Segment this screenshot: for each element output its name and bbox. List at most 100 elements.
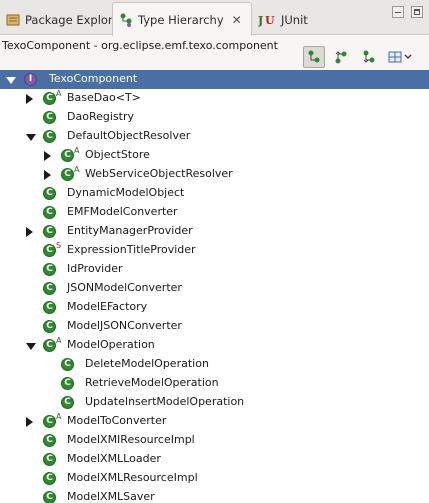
tree-item[interactable]: I TexoComponent [0, 70, 429, 89]
tree-item[interactable]: C A BaseDao<T> [0, 89, 429, 108]
tree-item[interactable]: C IdProvider [0, 260, 429, 279]
class-icon: C [43, 263, 56, 276]
class-icon: C [43, 225, 56, 238]
maximize-button[interactable] [411, 6, 423, 18]
class-icon: C [43, 434, 56, 447]
class-icon: C [43, 415, 56, 428]
tree-item-label: IdProvider [67, 262, 123, 275]
tree-item[interactable]: C ModelXMLSaver [0, 488, 429, 503]
class-icon: C [43, 320, 56, 333]
tree-item[interactable]: C DynamicModelObject [0, 184, 429, 203]
tab-junit-label: JUnit [281, 12, 308, 27]
tab-package-explorer[interactable]: Package Explorer [0, 4, 124, 35]
class-icon: C [43, 491, 56, 503]
svg-text:U: U [265, 14, 275, 27]
expand-arrow-icon[interactable] [26, 343, 36, 350]
class-icon: C [61, 358, 74, 371]
minimize-button[interactable] [392, 6, 404, 18]
show-subtype-hierarchy-button[interactable] [358, 46, 380, 68]
tree-item-label: BaseDao<T> [67, 91, 141, 104]
class-icon: C [61, 396, 74, 409]
class-icon: C [43, 453, 56, 466]
tree-item[interactable]: C RetrieveModelOperation [0, 374, 429, 393]
class-icon: C [43, 339, 56, 352]
collapse-arrow-icon[interactable] [26, 94, 33, 104]
tree-item-label: ModelJSONConverter [67, 319, 182, 332]
tree-item[interactable]: C ModelEFactory [0, 298, 429, 317]
tree-item[interactable]: C ModelXMLLoader [0, 450, 429, 469]
tab-type-hierarchy[interactable]: Type Hierarchy ✕ [112, 2, 252, 36]
tree-item-label: ModelToConverter [67, 414, 167, 427]
view-tab-bar: Package Explorer Type Hierarchy ✕ JU JUn… [0, 0, 429, 36]
class-icon: C [43, 206, 56, 219]
tree-item-label: WebServiceObjectResolver [85, 167, 233, 180]
hierarchy-context-label: TexoComponent - org.eclipse.emf.texo.com… [2, 39, 278, 52]
class-icon: C [61, 168, 74, 181]
tree-item-label: EntityManagerProvider [67, 224, 193, 237]
class-icon: C [43, 92, 56, 105]
class-icon: C [43, 282, 56, 295]
hierarchy-toolbar: TexoComponent - org.eclipse.emf.texo.com… [0, 36, 429, 70]
tree-item[interactable]: C JSONModelConverter [0, 279, 429, 298]
tree-item[interactable]: C S ExpressionTitleProvider [0, 241, 429, 260]
svg-text:J: J [258, 14, 263, 27]
tree-item-label: TexoComponent [49, 72, 138, 85]
tree-item[interactable]: C EntityManagerProvider [0, 222, 429, 241]
tree-item[interactable]: C A ModelOperation [0, 336, 429, 355]
class-icon: C [61, 149, 74, 162]
tree-item-label: ModelXMLLoader [67, 452, 161, 465]
tree-item-label: UpdateInsertModelOperation [85, 395, 245, 408]
collapse-arrow-icon[interactable] [44, 170, 51, 180]
abstract-overlay-icon: A [74, 146, 80, 155]
tree-item-label: ModelXMIResourceImpl [67, 433, 195, 446]
tree-item-label: ExpressionTitleProvider [67, 243, 196, 256]
tree-item-label: RetrieveModelOperation [85, 376, 219, 389]
tree-item-label: JSONModelConverter [67, 281, 182, 294]
show-type-hierarchy-button[interactable] [303, 46, 325, 68]
class-icon: C [43, 301, 56, 314]
show-supertype-hierarchy-button[interactable] [330, 46, 352, 68]
tab-package-explorer-label: Package Explorer [25, 12, 125, 27]
tree-item[interactable]: C DeleteModelOperation [0, 355, 429, 374]
tree-item-label: DaoRegistry [67, 110, 134, 123]
tree-item[interactable]: C DaoRegistry [0, 108, 429, 127]
tree-item-label: DeleteModelOperation [85, 357, 209, 370]
tree-item-label: ModelXMLSaver [67, 490, 155, 503]
close-icon[interactable]: ✕ [232, 14, 244, 26]
tab-type-hierarchy-label: Type Hierarchy [138, 12, 224, 27]
tree-item[interactable]: C UpdateInsertModelOperation [0, 393, 429, 412]
collapse-arrow-icon[interactable] [26, 227, 33, 237]
tree-item[interactable]: C ModelXMLResourceImpl [0, 469, 429, 488]
tree-item[interactable]: C A WebServiceObjectResolver [0, 165, 429, 184]
abstract-overlay-icon: A [56, 412, 62, 421]
tree-item-label: DynamicModelObject [67, 186, 185, 199]
package-explorer-icon [6, 13, 20, 27]
expand-arrow-icon[interactable] [26, 134, 36, 141]
type-hierarchy-icon [119, 13, 133, 27]
tree-item-label: ModelEFactory [67, 300, 148, 313]
tree-item[interactable]: C ModelXMIResourceImpl [0, 431, 429, 450]
tree-item[interactable]: C ModelJSONConverter [0, 317, 429, 336]
expand-arrow-icon[interactable] [6, 77, 16, 84]
tree-item[interactable]: C A ObjectStore [0, 146, 429, 165]
class-icon: C [43, 187, 56, 200]
collapse-arrow-icon[interactable] [26, 417, 33, 427]
class-icon: C [43, 244, 56, 257]
static-overlay-icon: S [56, 241, 62, 250]
abstract-overlay-icon: A [74, 165, 80, 174]
tree-item[interactable]: C A ModelToConverter [0, 412, 429, 431]
abstract-overlay-icon: A [56, 89, 62, 98]
tree-item[interactable]: C EMFModelConverter [0, 203, 429, 222]
tree-item[interactable]: C DefaultObjectResolver [0, 127, 429, 146]
tree-item-label: EMFModelConverter [67, 205, 178, 218]
tree-item-label: ObjectStore [85, 148, 150, 161]
tree-item-label: ModelXMLResourceImpl [67, 471, 198, 484]
collapse-arrow-icon[interactable] [44, 151, 51, 161]
interface-icon: I [24, 73, 37, 86]
class-icon: C [43, 472, 56, 485]
type-hierarchy-tree[interactable]: I TexoComponent C A BaseDao<T> C DaoRegistry C D… [0, 70, 429, 503]
tree-item-label: DefaultObjectResolver [67, 129, 191, 142]
tree-item-label: ModelOperation [67, 338, 155, 351]
view-menu-button[interactable] [385, 46, 417, 68]
tab-junit[interactable]: JU JUnit [252, 4, 332, 35]
